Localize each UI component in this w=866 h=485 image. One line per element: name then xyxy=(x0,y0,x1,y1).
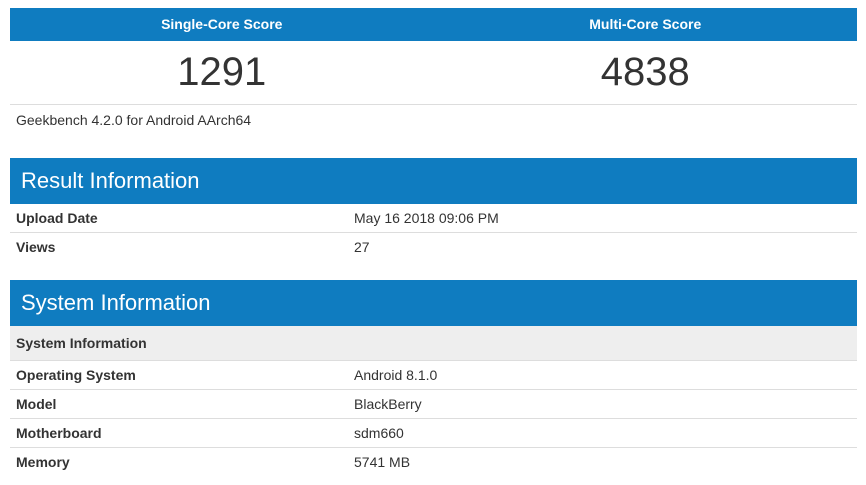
memory-value: 5741 MB xyxy=(354,454,411,470)
single-core-score-value: 1291 xyxy=(177,50,267,94)
model-value: BlackBerry xyxy=(354,396,422,412)
table-row: Upload Date May 16 2018 09:06 PM xyxy=(10,204,857,233)
score-table: Single-Core Score Multi-Core Score 1291 … xyxy=(10,8,857,105)
score-values-row: 1291 4838 xyxy=(10,41,857,105)
views-value: 27 xyxy=(354,239,370,255)
table-row: Views 27 xyxy=(10,233,857,261)
benchmark-version: Geekbench 4.2.0 for Android AArch64 xyxy=(16,112,252,128)
result-information-section: Result Information Upload Date May 16 20… xyxy=(10,158,857,261)
table-row: Memory 5741 MB xyxy=(10,448,857,476)
upload-date-label: Upload Date xyxy=(16,210,98,226)
motherboard-label: Motherboard xyxy=(16,425,102,441)
table-row: Model BlackBerry xyxy=(10,390,857,419)
system-information-section: System Information System Information Op… xyxy=(10,280,857,476)
benchmark-result-page: Single-Core Score Multi-Core Score 1291 … xyxy=(10,8,857,476)
table-row: Motherboard sdm660 xyxy=(10,419,857,448)
result-information-title: Result Information xyxy=(10,158,857,204)
operating-system-label: Operating System xyxy=(16,367,136,383)
model-label: Model xyxy=(16,396,57,412)
system-information-table: Operating System Android 8.1.0 Model Bla… xyxy=(10,361,857,476)
system-information-subheader: System Information xyxy=(10,326,857,361)
multi-core-score-label: Multi-Core Score xyxy=(589,16,702,32)
single-core-score-label: Single-Core Score xyxy=(161,16,283,32)
result-information-table: Upload Date May 16 2018 09:06 PM Views 2… xyxy=(10,204,857,261)
system-information-title: System Information xyxy=(10,280,857,326)
views-label: Views xyxy=(16,239,56,255)
score-header-row: Single-Core Score Multi-Core Score xyxy=(10,8,857,41)
table-row: Operating System Android 8.1.0 xyxy=(10,361,857,390)
multi-core-score-value: 4838 xyxy=(600,50,690,94)
motherboard-value: sdm660 xyxy=(354,425,404,441)
memory-label: Memory xyxy=(16,454,70,470)
upload-date-value: May 16 2018 09:06 PM xyxy=(354,210,499,226)
operating-system-value: Android 8.1.0 xyxy=(354,367,438,383)
